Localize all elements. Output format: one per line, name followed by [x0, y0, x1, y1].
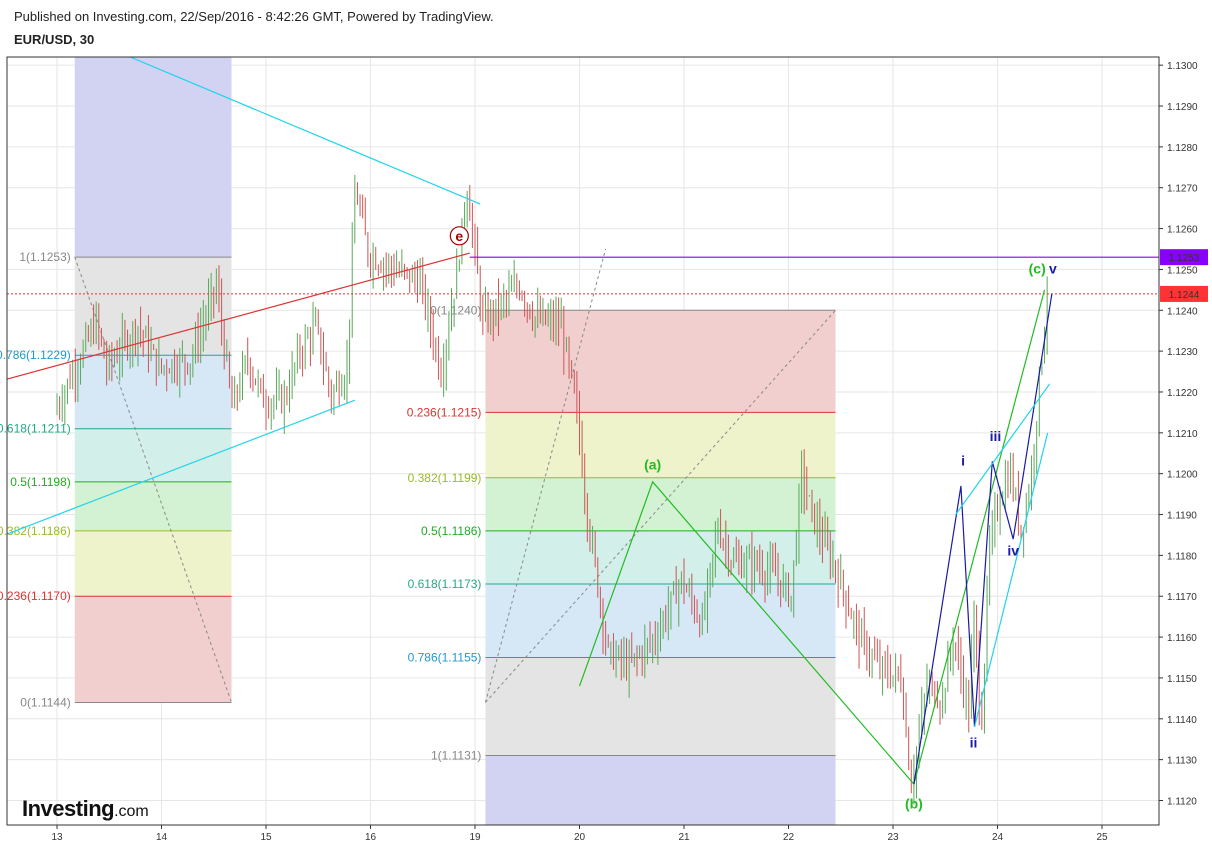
y-tick-label: 1.1160	[1167, 633, 1197, 644]
x-tick-label: 15	[260, 832, 272, 843]
fib-right-band	[485, 657, 836, 756]
fib-right-level-label: 1(1.1131)	[431, 749, 481, 763]
x-tick-label: 13	[51, 832, 63, 843]
channel-line	[973, 432, 1049, 728]
fib-left-band	[74, 257, 232, 356]
fib-left-level-label: 0(1.1144)	[20, 695, 70, 709]
wave-label: i	[961, 453, 965, 469]
logo-suffix: .com	[114, 803, 149, 820]
wave-label: iii	[990, 428, 1002, 444]
x-tick-label: 22	[783, 832, 795, 843]
fib-left-band	[74, 481, 232, 531]
y-tick-label: 1.1180	[1167, 551, 1197, 562]
y-tick-label: 1.1300	[1167, 61, 1198, 72]
wave-label: v	[1049, 261, 1057, 277]
wave-label: e	[455, 228, 463, 244]
fib-right-level-label: 0(1.1240)	[430, 303, 481, 317]
fib-left-band	[74, 355, 232, 429]
logo-main: Investing	[22, 796, 115, 821]
fib-left-band	[74, 428, 232, 482]
fib-left-level-label: 0.382(1.1186)	[0, 524, 71, 538]
fib-right-level-label: 0.5(1.1186)	[421, 524, 482, 538]
fib-right-level-label: 0.618(1.1173)	[408, 577, 482, 591]
fib-right-level-label: 0.786(1.1155)	[408, 651, 482, 665]
y-tick-label: 1.1170	[1167, 592, 1197, 603]
price-badge-label: 1.1253	[1169, 253, 1200, 264]
price-badge-label: 1.1244	[1169, 290, 1200, 301]
y-tick-label: 1.1230	[1167, 347, 1198, 358]
y-tick-label: 1.1250	[1167, 265, 1198, 276]
fib-right-band	[485, 755, 836, 825]
y-tick-label: 1.1200	[1167, 470, 1198, 481]
price-chart[interactable]: 1(1.1253) 0.786(1.1229) 0.618(1.1211) 0.5(1…	[0, 0, 1212, 849]
investing-logo: Investing.com	[22, 796, 149, 822]
wave-path-impulse	[913, 293, 1053, 785]
fib-left-band	[74, 57, 232, 258]
fib-left-level-label: 0.236(1.1170)	[0, 589, 71, 603]
wave-label: (b)	[905, 796, 923, 812]
y-tick-label: 1.1210	[1167, 429, 1198, 440]
wave-label: (c)	[1029, 261, 1046, 277]
x-tick-label: 14	[156, 832, 168, 843]
x-tick-label: 16	[365, 832, 377, 843]
fib-left-band	[74, 530, 232, 597]
trend-line	[7, 252, 470, 380]
x-tick-label: 23	[887, 832, 899, 843]
y-tick-label: 1.1270	[1167, 184, 1198, 195]
wave-label: ii	[970, 734, 978, 750]
y-tick-label: 1.1290	[1167, 102, 1198, 113]
y-tick-label: 1.1120	[1167, 796, 1197, 807]
y-tick-label: 1.1140	[1167, 715, 1197, 726]
x-tick-label: 19	[469, 832, 481, 843]
y-tick-label: 1.1220	[1167, 388, 1198, 399]
x-tick-label: 20	[574, 832, 586, 843]
fib-left-level-label: 1(1.1253)	[19, 250, 70, 264]
fib-left-level-label: 0.786(1.1229)	[0, 348, 71, 362]
fib-left-band	[74, 596, 232, 703]
y-tick-label: 1.1190	[1167, 511, 1197, 522]
y-tick-label: 1.1150	[1167, 674, 1197, 685]
y-tick-label: 1.1260	[1167, 225, 1198, 236]
y-tick-label: 1.1240	[1167, 306, 1198, 317]
x-tick-label: 25	[1096, 832, 1108, 843]
fib-left-level-label: 0.618(1.1211)	[0, 422, 71, 436]
y-tick-label: 1.1280	[1167, 143, 1198, 154]
fib-right-level-label: 0.236(1.1215)	[407, 405, 482, 419]
y-tick-label: 1.1130	[1167, 756, 1197, 767]
wave-label: iv	[1007, 542, 1019, 558]
fib-right-level-label: 0.382(1.1199)	[408, 471, 482, 485]
wave-label: (a)	[644, 457, 661, 473]
fib-left-level-label: 0.5(1.1198)	[10, 475, 71, 489]
x-tick-label: 24	[992, 832, 1004, 843]
x-tick-label: 21	[678, 832, 690, 843]
